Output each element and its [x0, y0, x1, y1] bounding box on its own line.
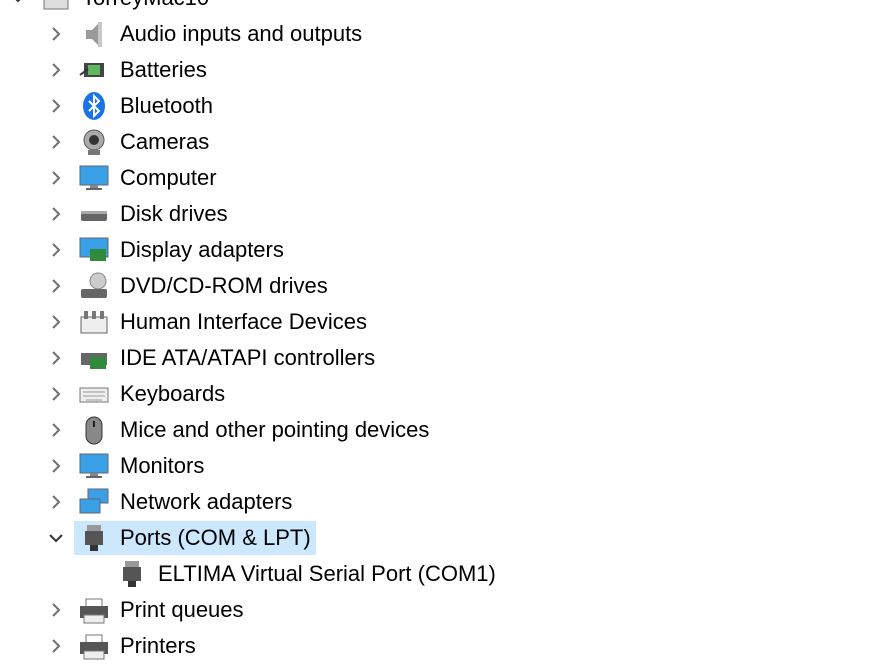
- tree-category[interactable]: Monitors: [0, 448, 870, 484]
- ide-controller-icon: [78, 343, 110, 373]
- tree-category[interactable]: Printers: [0, 628, 870, 664]
- tree-item-label: Computer: [120, 165, 217, 190]
- tree-item-label: Batteries: [120, 57, 207, 82]
- chevron-down-icon[interactable]: [8, 0, 28, 8]
- computer-root-icon: [40, 0, 72, 13]
- tree-category[interactable]: DVD/CD-ROM drives: [0, 268, 870, 304]
- chevron-right-icon[interactable]: [46, 96, 66, 116]
- chevron-right-icon[interactable]: [46, 168, 66, 188]
- dvd-drive-icon: [78, 271, 110, 301]
- tree-category[interactable]: Print queues: [0, 592, 870, 628]
- mouse-icon: [78, 415, 110, 445]
- chevron-right-icon[interactable]: [46, 420, 66, 440]
- tree-category[interactable]: Mice and other pointing devices: [0, 412, 870, 448]
- tree-item-label: Bluetooth: [120, 93, 213, 118]
- tree-item-label: IDE ATA/ATAPI controllers: [120, 345, 376, 370]
- printer-icon: [78, 631, 110, 661]
- chevron-right-icon[interactable]: [46, 312, 66, 332]
- network-icon: [78, 487, 110, 517]
- tree-item-label: Human Interface Devices: [120, 309, 367, 334]
- tree-category[interactable]: Cameras: [0, 124, 870, 160]
- keyboard-icon: [78, 379, 110, 409]
- tree-item-label: Display adapters: [120, 237, 284, 262]
- bluetooth-icon: [78, 91, 110, 121]
- chevron-right-icon[interactable]: [46, 204, 66, 224]
- tree-item-label: Audio inputs and outputs: [120, 21, 363, 46]
- tree-category[interactable]: Disk drives: [0, 196, 870, 232]
- tree-item-label: Ports (COM & LPT): [120, 525, 311, 550]
- disk-drive-icon: [78, 199, 110, 229]
- tree-category[interactable]: Ports (COM & LPT): [0, 520, 870, 556]
- chevron-right-icon[interactable]: [46, 492, 66, 512]
- tree-item-label: Mice and other pointing devices: [120, 417, 430, 442]
- chevron-right-icon[interactable]: [46, 276, 66, 296]
- tree-item-label: Cameras: [120, 129, 210, 154]
- chevron-right-icon[interactable]: [46, 240, 66, 260]
- chevron-right-icon[interactable]: [46, 132, 66, 152]
- chevron-right-icon[interactable]: [46, 636, 66, 656]
- tree-item-label: DVD/CD-ROM drives: [120, 273, 328, 298]
- battery-icon: [78, 55, 110, 85]
- tree-item-label: Printers: [120, 633, 196, 658]
- chevron-right-icon[interactable]: [46, 384, 66, 404]
- chevron-right-icon[interactable]: [46, 600, 66, 620]
- speaker-icon: [78, 19, 110, 49]
- tree-item-label: Disk drives: [120, 201, 228, 226]
- tree-root[interactable]: TorreyMac10: [0, 0, 870, 16]
- tree-device[interactable]: ELTIMA Virtual Serial Port (COM1): [0, 556, 870, 592]
- tree-category[interactable]: Batteries: [0, 52, 870, 88]
- tree-category[interactable]: Audio inputs and outputs: [0, 16, 870, 52]
- tree-category[interactable]: Human Interface Devices: [0, 304, 870, 340]
- tree-item-label: Monitors: [120, 453, 205, 478]
- monitor-icon: [78, 163, 110, 193]
- tree-item-label: Keyboards: [120, 381, 226, 406]
- tree-category[interactable]: IDE ATA/ATAPI controllers: [0, 340, 870, 376]
- port-icon: [116, 559, 148, 589]
- tree-category[interactable]: Computer: [0, 160, 870, 196]
- tree-category[interactable]: Bluetooth: [0, 88, 870, 124]
- chevron-right-icon[interactable]: [46, 60, 66, 80]
- tree-category[interactable]: Network adapters: [0, 484, 870, 520]
- monitor-icon: [78, 451, 110, 481]
- hid-icon: [78, 307, 110, 337]
- chevron-right-icon[interactable]: [46, 348, 66, 368]
- chevron-right-icon[interactable]: [46, 24, 66, 44]
- display-adapter-icon: [78, 235, 110, 265]
- tree-item-label: ELTIMA Virtual Serial Port (COM1): [158, 561, 496, 586]
- camera-icon: [78, 127, 110, 157]
- tree-item-label: TorreyMac10: [82, 0, 209, 11]
- chevron-down-icon[interactable]: [46, 528, 66, 548]
- tree-category[interactable]: Keyboards: [0, 376, 870, 412]
- tree-item-label: Network adapters: [120, 489, 293, 514]
- tree-item-label: Print queues: [120, 597, 244, 622]
- chevron-right-icon[interactable]: [46, 456, 66, 476]
- tree-category[interactable]: Display adapters: [0, 232, 870, 268]
- port-icon: [78, 523, 110, 553]
- printer-icon: [78, 595, 110, 625]
